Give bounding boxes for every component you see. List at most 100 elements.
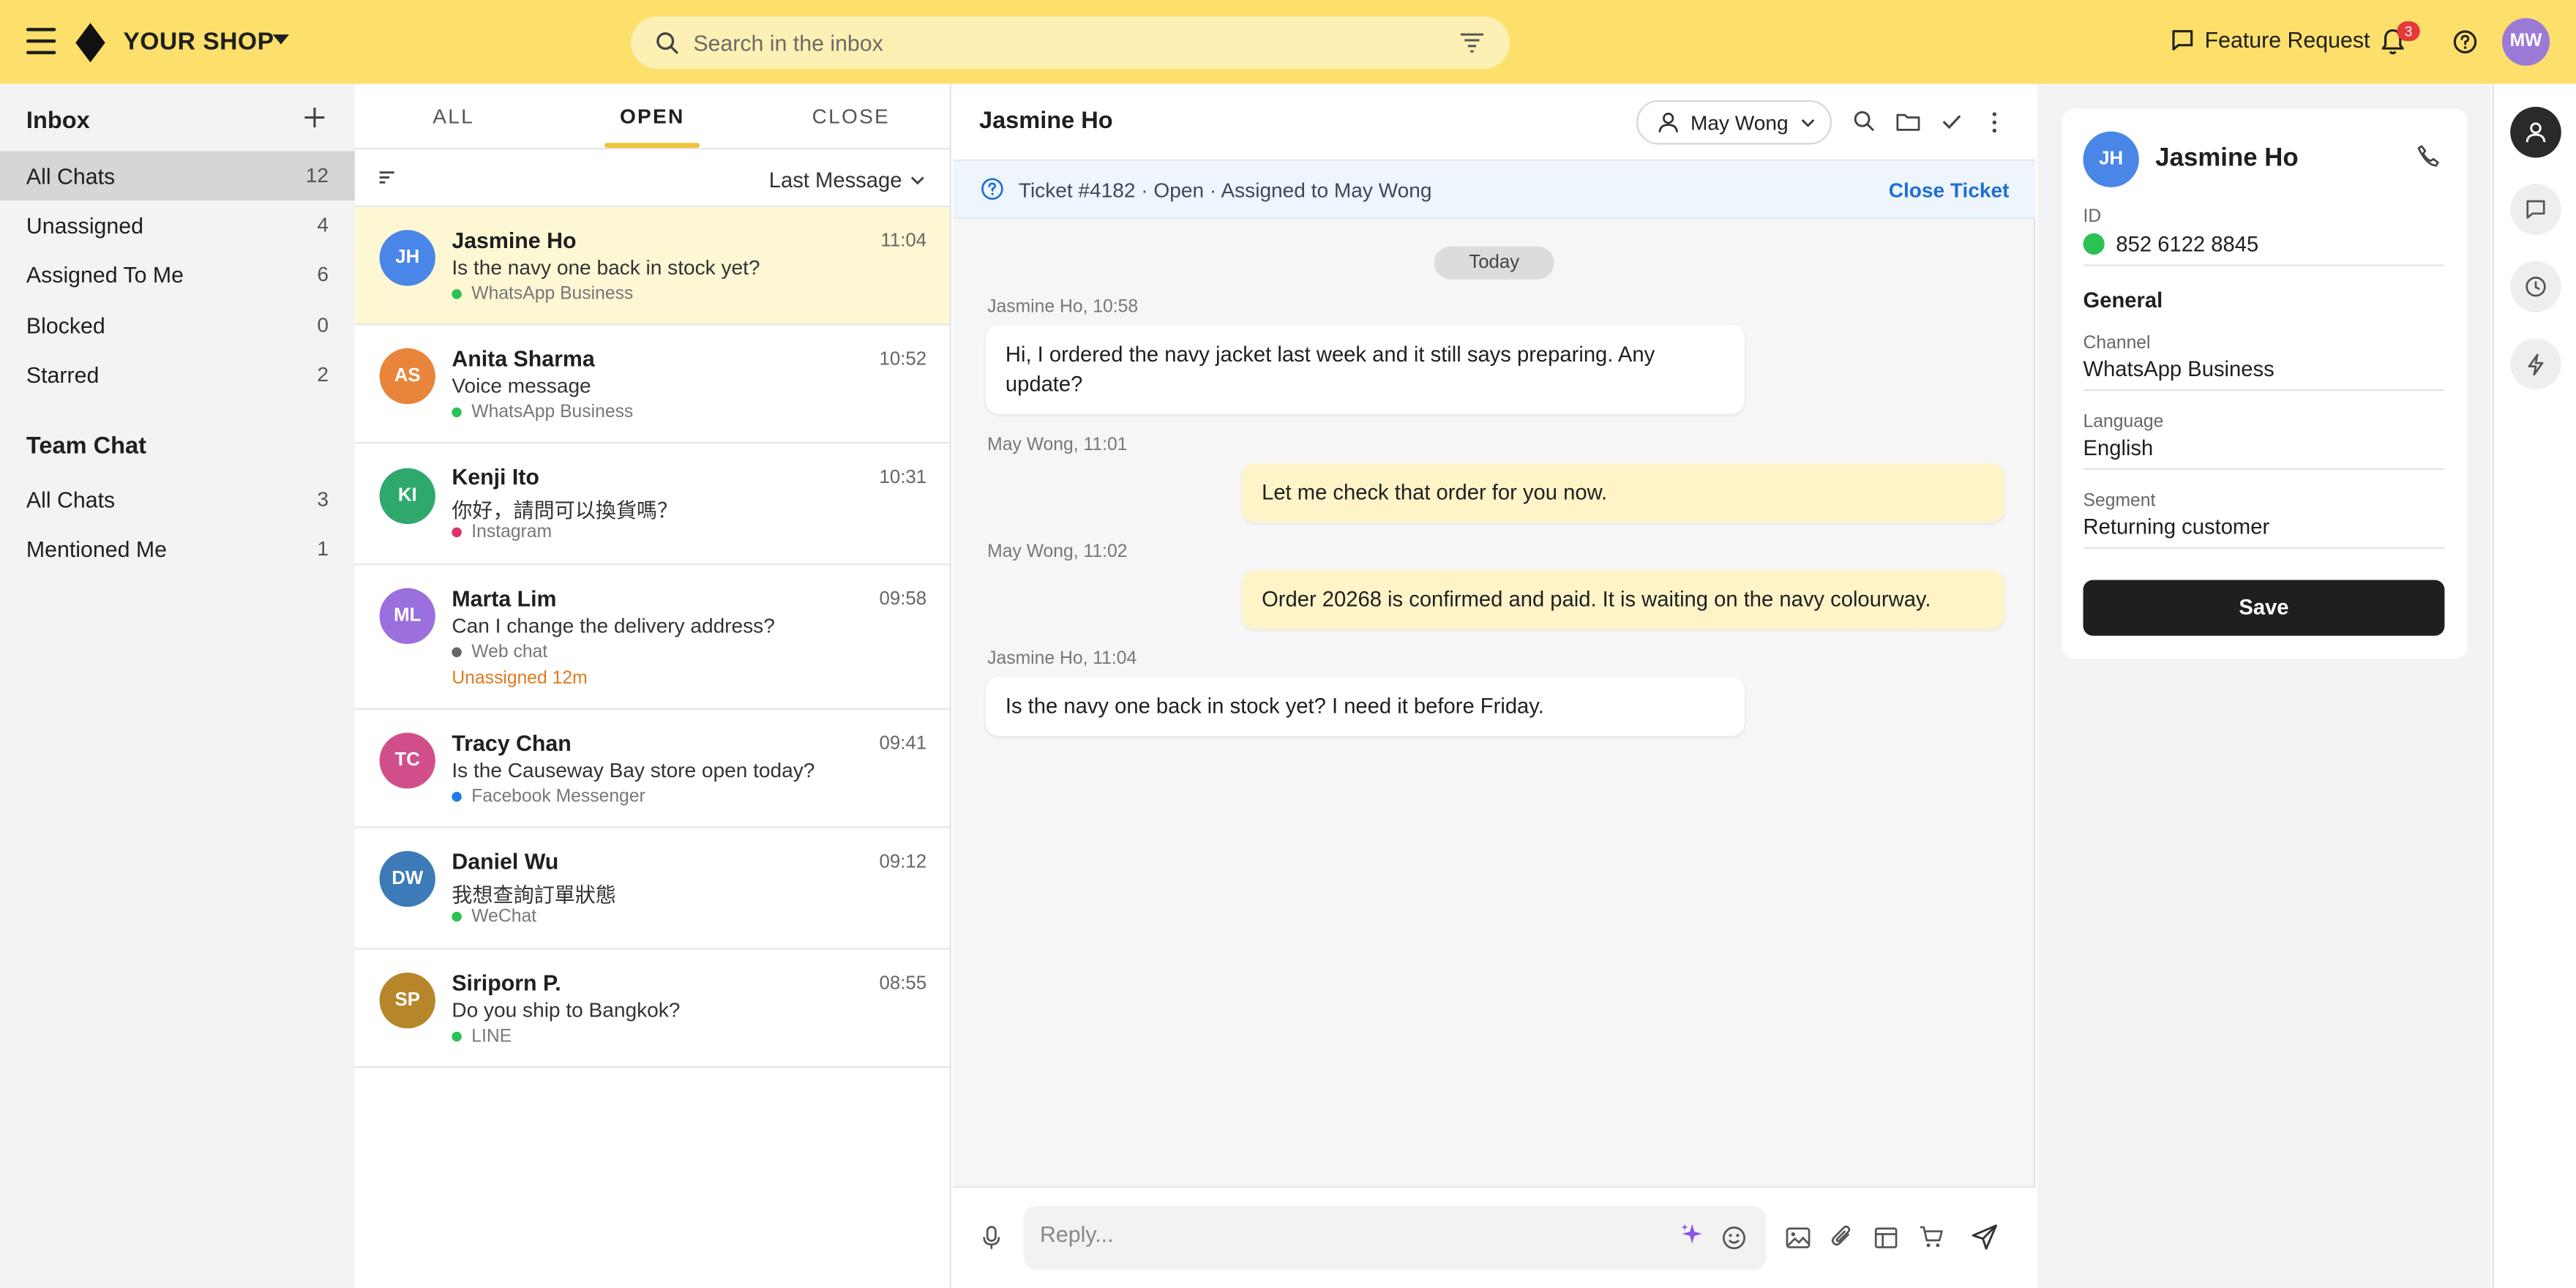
contact-name: Marta Lim xyxy=(452,586,557,612)
search-bar[interactable] xyxy=(631,16,1510,70)
sidebar-item-count: 0 xyxy=(317,313,329,337)
conversation-item[interactable]: ML Marta Lim 09:58 Can I change the deli… xyxy=(354,565,950,710)
sidebar-item-count: 1 xyxy=(317,537,329,561)
image-icon[interactable] xyxy=(1786,1227,1811,1248)
close-ticket-link[interactable]: Close Ticket xyxy=(1889,179,2010,202)
sidebar-item-blocked[interactable]: Blocked 0 xyxy=(0,301,355,350)
ai-sparkle-icon[interactable] xyxy=(1681,1222,1704,1245)
template-icon[interactable] xyxy=(1874,1227,1898,1248)
ticket-status-bar: Ticket #4182 · Open · Assigned to May Wo… xyxy=(953,161,2036,219)
sidebar-item-label: Starred xyxy=(26,362,100,387)
sidebar-item-starred[interactable]: Starred 2 xyxy=(0,350,355,399)
channel-dot-icon xyxy=(452,792,462,802)
filter-icon[interactable] xyxy=(1460,33,1484,53)
avatar: JH xyxy=(2083,131,2139,187)
segment-value[interactable]: Returning customer xyxy=(2083,514,2270,539)
tab-close[interactable]: CLOSE xyxy=(785,105,917,128)
conversation-item[interactable]: JH Jasmine Ho 11:04 Is the navy one back… xyxy=(354,206,950,326)
reply-input[interactable] xyxy=(1040,1222,1665,1247)
message-time: 10:31 xyxy=(879,468,927,488)
message-meta: Jasmine Ho, 10:58 xyxy=(987,297,1139,318)
user-avatar[interactable]: MW xyxy=(2501,18,2550,66)
message-bubble-outgoing: Let me check that order for you now. xyxy=(1242,463,2004,523)
sort-icon[interactable] xyxy=(379,171,394,184)
feature-request-label: Feature Request xyxy=(2204,28,2370,53)
sidebar-item-mentioned-me[interactable]: Mentioned Me 1 xyxy=(0,524,355,573)
message-preview: 你好，請問可以換貨嗎？ xyxy=(452,499,678,523)
automation-button[interactable] xyxy=(2510,338,2561,390)
message-bubble-incoming: Is the navy one back in stock yet? I nee… xyxy=(985,676,1745,736)
conversation-item[interactable]: AS Anita Sharma 10:52 Voice message What… xyxy=(354,325,950,444)
notes-button[interactable] xyxy=(2510,184,2561,236)
message-preview: Is the Causeway Bay store open today? xyxy=(452,759,815,782)
emoji-icon[interactable] xyxy=(1722,1226,1747,1251)
microphone-icon[interactable] xyxy=(982,1226,1000,1251)
channel-name: Instagram xyxy=(471,522,553,542)
right-rail xyxy=(2492,83,2576,1288)
folder-icon[interactable] xyxy=(1896,112,1921,132)
message-preview: Do you ship to Bangkok? xyxy=(452,998,681,1022)
channel-label: WhatsApp Business xyxy=(452,284,633,304)
history-button[interactable] xyxy=(2510,261,2561,312)
avatar: ML xyxy=(379,588,435,645)
contact-profile-button[interactable] xyxy=(2510,106,2561,158)
conversation-item[interactable]: TC Tracy Chan 09:41 Is the Causeway Bay … xyxy=(354,710,950,828)
add-icon[interactable] xyxy=(304,107,325,128)
chat-header: Jasmine Ho May Wong xyxy=(953,83,2036,162)
reply-box[interactable] xyxy=(1023,1205,1767,1270)
send-icon[interactable] xyxy=(1972,1224,1998,1250)
sidebar-item-assigned-to-me[interactable]: Assigned To Me 6 xyxy=(0,250,355,299)
sidebar-item-count: 2 xyxy=(317,363,329,386)
sidebar-item-label: All Chats xyxy=(26,487,116,512)
tab-open[interactable]: OPEN xyxy=(586,105,718,128)
contact-card: JH Jasmine Ho ID 852 6122 8845 General C… xyxy=(2062,108,2468,659)
menu-icon[interactable] xyxy=(26,28,56,55)
sort-row: Last Message xyxy=(354,149,951,207)
conversation-item[interactable]: KI Kenji Ito 10:31 你好，請問可以換貨嗎？ Instagram xyxy=(354,443,950,566)
shop-name[interactable]: YOUR SHOP xyxy=(123,28,274,56)
tab-all[interactable]: ALL xyxy=(388,105,520,128)
sidebar-item-all-chats[interactable]: All Chats 12 xyxy=(0,151,355,201)
cart-icon[interactable] xyxy=(1919,1226,1944,1248)
sidebar-item-label: Mentioned Me xyxy=(26,536,167,561)
channel-label: Instagram xyxy=(452,523,552,542)
chat-pane: Jasmine Ho May Wong Ticket #4182 · Open … xyxy=(953,83,2036,1288)
channel-label: WhatsApp Business xyxy=(452,402,633,422)
channel-label: Web chat xyxy=(452,643,547,662)
sidebar-item-team-all-chats[interactable]: All Chats 3 xyxy=(0,475,355,524)
search-icon[interactable] xyxy=(1853,110,1874,131)
sort-dropdown[interactable]: Last Message xyxy=(769,168,925,192)
message-time: 09:41 xyxy=(879,734,927,755)
conversation-item[interactable]: DW Daniel Wu 09:12 我想查詢訂單狀態 WeChat xyxy=(354,828,950,950)
sidebar-item-unassigned[interactable]: Unassigned 4 xyxy=(0,201,355,250)
date-separator: Today xyxy=(1434,246,1554,280)
help-icon[interactable] xyxy=(2453,29,2478,54)
check-icon[interactable] xyxy=(1942,113,1961,130)
conversation-item[interactable]: SP Siriporn P. 08:55 Do you ship to Bang… xyxy=(354,950,950,1068)
contact-name: Daniel Wu xyxy=(452,849,559,875)
language-value[interactable]: English xyxy=(2083,435,2154,460)
sidebar-item-label: All Chats xyxy=(26,163,116,189)
assignee-dropdown[interactable]: May Wong xyxy=(1636,100,1832,145)
message-meta: May Wong, 11:01 xyxy=(987,435,1128,455)
save-button[interactable]: Save xyxy=(2083,580,2445,636)
message-bubble-incoming: Hi, I ordered the navy jacket last week … xyxy=(985,325,1745,414)
channel-name: WhatsApp Business xyxy=(471,284,634,304)
notification-badge: 3 xyxy=(2397,21,2420,42)
attachment-icon[interactable] xyxy=(1830,1224,1853,1250)
status-tabs: ALL OPEN CLOSE xyxy=(354,83,951,150)
unassigned-warning: Unassigned 12m xyxy=(452,668,588,689)
sidebar-item-label: Assigned To Me xyxy=(26,262,184,287)
shop-dropdown-icon[interactable] xyxy=(272,34,290,45)
phone-icon[interactable] xyxy=(2416,145,2439,168)
more-icon[interactable] xyxy=(1991,112,1998,133)
search-input[interactable] xyxy=(693,26,1433,59)
feature-request-button[interactable]: Feature Request xyxy=(2171,28,2370,53)
channel-value[interactable]: WhatsApp Business xyxy=(2083,356,2274,381)
message-bubble-outgoing: Order 20268 is confirmed and paid. It is… xyxy=(1242,569,2004,629)
active-tab-indicator xyxy=(604,143,700,149)
user-icon xyxy=(1658,113,1678,132)
channel-label: Channel xyxy=(2083,333,2151,353)
channel-label: WeChat xyxy=(452,907,536,926)
message-preview: Voice message xyxy=(452,374,591,398)
